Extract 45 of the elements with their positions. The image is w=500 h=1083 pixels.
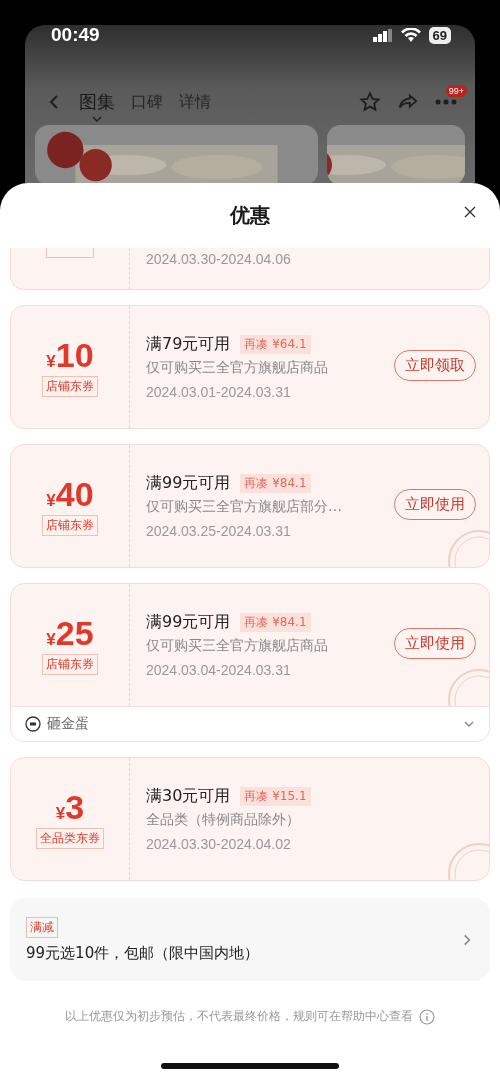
coupon-scope: 仅可购买三全官方旗舰店商品 — [146, 359, 329, 377]
coupon-condition: 满79元可用 — [146, 334, 231, 355]
coupon-scope: 仅可购买三全官方旗舰店部分… — [146, 498, 343, 516]
coupon-dates: 2024.03.30-2024.04.06 — [146, 250, 292, 267]
nav-tab[interactable]: 图集 — [79, 90, 115, 114]
coupon-amount: ¥40 — [46, 476, 94, 511]
coupon-type-tag — [46, 248, 94, 258]
battery-level: 69 — [428, 26, 451, 44]
coupon-dates: 2024.03.30-2024.04.02 — [146, 835, 292, 852]
info-icon[interactable] — [419, 1008, 435, 1025]
promo-text: 99元选10件，包邮（限中国内地） — [26, 943, 260, 963]
topup-tag: 再凑 ¥84.1 — [240, 613, 311, 632]
coupon-amount: ¥3 — [55, 789, 85, 824]
coupon-condition: 满99元可用 — [146, 612, 231, 633]
coupon-condition: 满30元可用 — [146, 786, 231, 807]
coupon-amount: ¥10 — [46, 337, 94, 372]
coupon-amount: ¥25 — [46, 615, 94, 650]
coupon-type-tag: 店铺东券 — [42, 375, 98, 397]
favorite-button[interactable] — [359, 91, 381, 113]
wifi-icon — [400, 28, 421, 42]
more-icon — [435, 99, 457, 105]
topup-tag: 再凑 ¥64.1 — [240, 335, 311, 354]
coupon-type-tag: 全品类东券 — [36, 827, 104, 849]
coupon-dates: 2024.03.04-2024.03.31 — [146, 661, 292, 678]
coupon-dates: 2024.03.25-2024.03.31 — [146, 522, 292, 539]
status-time: 00:49 — [51, 25, 100, 46]
topup-tag: 再凑 ¥84.1 — [240, 474, 311, 493]
sheet-title: 优惠 — [230, 202, 270, 229]
coupon-type-tag: 店铺东券 — [42, 653, 98, 675]
promo-card[interactable]: 满减 99元选10件，包邮（限中国内地） — [10, 898, 490, 981]
coupon-scope: 全品类（特例商品除外） — [146, 811, 301, 829]
topup-tag: 再凑 ¥15.1 — [240, 787, 311, 806]
signal-icon — [372, 28, 393, 42]
star-icon — [359, 91, 381, 113]
coupon-scope: 仅可购买三全官方旗舰店商品 — [146, 637, 329, 655]
activity-label: 砸金蛋 — [47, 715, 90, 733]
disclaimer-text: 以上优惠仅为初步预估，不代表最终价格，规则可在帮助中心查看 — [65, 1008, 413, 1025]
notification-badge: 99+ — [445, 85, 467, 97]
coupon-condition: 满99元可用 — [146, 473, 231, 494]
coupon-type-tag: 店铺东券 — [42, 514, 98, 536]
close-icon — [464, 206, 476, 218]
promo-tag: 满减 — [26, 916, 58, 938]
close-button[interactable] — [464, 206, 476, 218]
coupon-dates: 2024.03.01-2024.03.31 — [146, 383, 292, 400]
caret-icon — [92, 116, 102, 122]
